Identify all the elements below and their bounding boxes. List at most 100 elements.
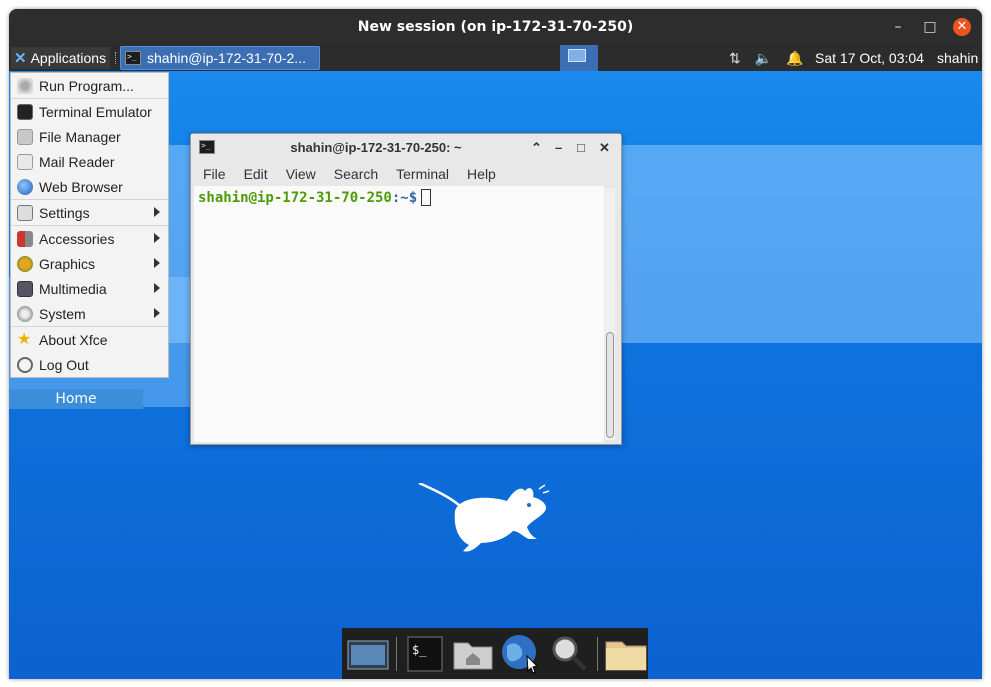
xfce-mouse-logo: [418, 483, 550, 552]
menu-item-terminal-emulator[interactable]: Terminal Emulator: [11, 99, 168, 124]
desktop-home-icon-label[interactable]: Home: [9, 389, 143, 409]
menu-item-label: Web Browser: [39, 178, 123, 195]
text-cursor: [421, 189, 432, 206]
menu-item-label: Log Out: [39, 356, 89, 373]
volume-muted-icon[interactable]: 🔈: [755, 50, 772, 67]
terminal-window: >_ shahin@ip-172-31-70-250: ~ ⌃ – □ ✕ Fi…: [190, 133, 622, 445]
menu-file[interactable]: File: [203, 162, 226, 186]
window-title: New session (on ip-172-31-70-250): [9, 9, 982, 45]
menu-item-web-browser[interactable]: Web Browser: [11, 174, 168, 199]
maximize-button[interactable]: □: [577, 140, 585, 155]
submenu-arrow-icon: [154, 258, 160, 268]
multimedia-icon: [17, 280, 33, 297]
close-button[interactable]: ✕: [953, 18, 971, 36]
menu-item-label: Mail Reader: [39, 153, 115, 170]
scrollbar-thumb[interactable]: [606, 332, 614, 438]
terminal-icon: [17, 103, 33, 120]
menu-item-label: File Manager: [39, 128, 121, 145]
prompt-user-host: shahin@ip-172-31-70-250: [198, 190, 392, 206]
bottom-dock: $_: [342, 628, 648, 679]
applications-menu-button[interactable]: ✕ Applications: [11, 47, 111, 69]
top-panel: ✕ Applications >_ shahin@ip-172-31-70-2.…: [9, 45, 982, 71]
menu-item-label: Terminal Emulator: [39, 103, 152, 120]
xfce-logo-icon: ✕: [14, 50, 27, 67]
network-icon[interactable]: ⇅: [729, 50, 741, 67]
graphics-icon: [17, 255, 33, 272]
file-manager-icon: [605, 641, 647, 670]
menu-item-multimedia[interactable]: Multimedia: [11, 276, 168, 301]
workspace-1[interactable]: [568, 49, 586, 62]
dock-search[interactable]: [547, 632, 591, 676]
taskbar-label: shahin@ip-172-31-70-2...: [147, 50, 306, 66]
user-menu[interactable]: shahin: [937, 50, 978, 66]
desktop[interactable]: ✕ Applications >_ shahin@ip-172-31-70-2.…: [9, 45, 982, 679]
mail-icon: [17, 153, 33, 170]
dock-terminal[interactable]: $_: [403, 632, 447, 676]
settings-icon: [17, 204, 33, 221]
terminal-scrollbar[interactable]: [605, 188, 615, 440]
menu-item-label: System: [39, 305, 86, 322]
applications-menu: Run Program... Terminal Emulator File Ma…: [10, 72, 169, 378]
show-desktop-icon: [347, 640, 389, 669]
dock-separator: [597, 636, 598, 671]
menu-help[interactable]: Help: [467, 162, 496, 186]
terminal-titlebar[interactable]: >_ shahin@ip-172-31-70-250: ~ ⌃ – □ ✕: [191, 134, 621, 162]
menu-item-settings[interactable]: Settings: [11, 200, 168, 225]
search-icon: [552, 636, 587, 671]
close-button[interactable]: ✕: [599, 140, 610, 156]
minimize-button[interactable]: –: [889, 18, 907, 36]
terminal-menubar: File Edit View Search Terminal Help: [191, 162, 621, 186]
menu-item-system[interactable]: System: [11, 301, 168, 326]
terminal-output[interactable]: shahin@ip-172-31-70-250:~$: [194, 186, 604, 442]
menu-item-label: Graphics: [39, 255, 96, 272]
dock-home-folder[interactable]: [451, 632, 495, 676]
web-browser-icon: [502, 634, 538, 674]
dock-web-browser[interactable]: [499, 632, 543, 676]
remote-session-window: New session (on ip-172-31-70-250) – □ ✕ …: [9, 9, 982, 679]
workspace-switcher[interactable]: [560, 45, 598, 71]
shade-button[interactable]: ⌃: [531, 140, 542, 156]
submenu-arrow-icon: [154, 283, 160, 293]
menu-item-label: About Xfce: [39, 331, 108, 348]
menu-item-log-out[interactable]: Log Out: [11, 352, 168, 377]
minimize-button[interactable]: –: [555, 140, 562, 155]
terminal-icon: >_: [125, 51, 141, 65]
folder-icon: [17, 128, 33, 145]
menu-item-file-manager[interactable]: File Manager: [11, 124, 168, 149]
menu-item-mail-reader[interactable]: Mail Reader: [11, 149, 168, 174]
menu-edit[interactable]: Edit: [244, 162, 268, 186]
home-folder-icon: [453, 642, 493, 669]
system-tray: ⇅ 🔈 🔔: [729, 45, 804, 71]
menu-item-accessories[interactable]: Accessories: [11, 226, 168, 251]
clock[interactable]: Sat 17 Oct, 03:04: [815, 50, 924, 66]
dock-separator: [396, 636, 397, 671]
power-icon: [17, 356, 33, 373]
menu-view[interactable]: View: [286, 162, 316, 186]
panel-separator: [115, 52, 117, 64]
menu-item-run-program[interactable]: Run Program...: [11, 73, 168, 98]
system-gear-icon: [17, 305, 33, 322]
terminal-icon: $_: [407, 636, 443, 671]
menu-item-label: Multimedia: [39, 280, 107, 297]
star-icon: ★: [17, 330, 32, 348]
menu-terminal[interactable]: Terminal: [396, 162, 449, 186]
menu-item-label: Accessories: [39, 230, 115, 247]
globe-icon: [17, 178, 33, 195]
applications-label: Applications: [30, 50, 107, 66]
submenu-arrow-icon: [154, 207, 160, 217]
terminal-title: shahin@ip-172-31-70-250: ~: [290, 140, 462, 155]
dock-file-manager[interactable]: [604, 632, 648, 676]
prompt-path: :~$: [391, 190, 418, 206]
notification-bell-icon[interactable]: 🔔: [786, 50, 803, 67]
dock-show-desktop[interactable]: [346, 632, 390, 676]
maximize-button[interactable]: □: [921, 18, 939, 36]
menu-item-about-xfce[interactable]: ★ About Xfce: [11, 327, 168, 352]
run-program-icon: [17, 77, 33, 94]
submenu-arrow-icon: [154, 233, 160, 243]
menu-item-label: Settings: [39, 204, 90, 221]
svg-text:$_: $_: [412, 643, 427, 657]
taskbar-terminal-button[interactable]: >_ shahin@ip-172-31-70-2...: [120, 46, 320, 70]
menu-item-graphics[interactable]: Graphics: [11, 251, 168, 276]
menu-search[interactable]: Search: [334, 162, 378, 186]
submenu-arrow-icon: [154, 308, 160, 318]
